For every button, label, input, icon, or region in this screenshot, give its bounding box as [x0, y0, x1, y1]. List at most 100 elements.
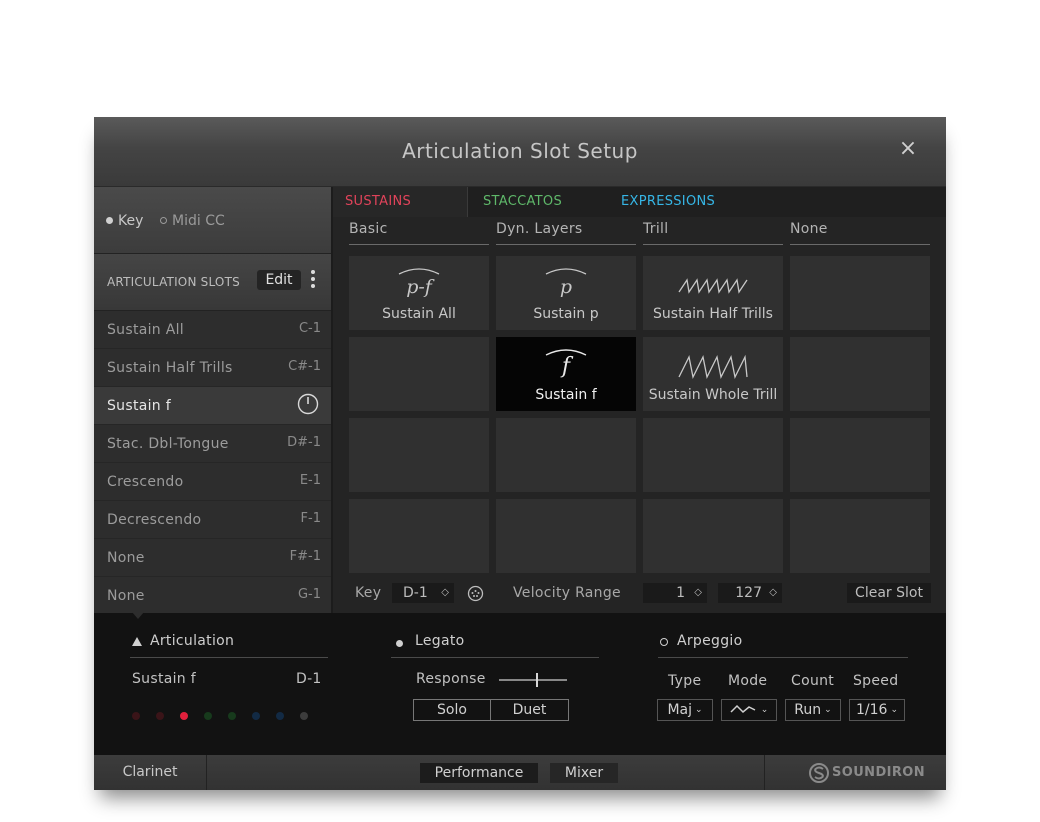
slot-item[interactable]: None G-1	[94, 577, 331, 614]
key-radio[interactable]: Key	[106, 213, 143, 229]
slot-name: Crescendo	[107, 474, 184, 490]
empty-cell[interactable]	[349, 499, 489, 573]
arpeggio-toggle-icon[interactable]	[660, 638, 668, 646]
slot-item[interactable]: Decrescendo F-1	[94, 501, 331, 539]
articulation-section-header[interactable]: Articulation	[130, 631, 328, 658]
chevron-down-icon: ⌄	[890, 705, 898, 715]
key-label: Key	[355, 585, 382, 601]
current-articulation-key: D-1	[296, 671, 322, 687]
count-value: Run	[794, 702, 822, 718]
midi-cc-radio-label: Midi CC	[172, 213, 225, 229]
up-down-icon	[730, 704, 756, 714]
count-label: Count	[791, 673, 835, 689]
stepper-icon: ◇	[694, 587, 702, 598]
slot-name: None	[107, 588, 145, 604]
slot-item[interactable]: Stac. Dbl-Tongue D#-1	[94, 425, 331, 463]
articulation-cell-selected[interactable]: f Sustain f	[496, 337, 636, 411]
slot-item-selected[interactable]: Sustain f	[94, 387, 331, 425]
status-bar: Clarinet Performance Mixer SOUNDIRON	[94, 755, 946, 790]
slot-key: E-1	[299, 473, 321, 488]
type-dropdown[interactable]: Maj ⌄	[657, 699, 713, 721]
chevron-down-icon: ⌄	[695, 705, 703, 715]
slot-indicator-dot[interactable]	[252, 712, 260, 720]
slider-thumb[interactable]	[536, 673, 538, 687]
velocity-min-input[interactable]: 1 ◇	[643, 583, 707, 603]
midi-learn-icon[interactable]	[467, 585, 484, 602]
articulation-cell[interactable]: Sustain Half Trills	[643, 256, 783, 330]
key-selector[interactable]: D-1 ◇	[392, 583, 454, 603]
slot-key: C-1	[298, 321, 321, 336]
slot-key: G-1	[297, 587, 321, 602]
legato-section-header[interactable]: Legato	[391, 631, 599, 658]
slot-indicator-dot[interactable]	[300, 712, 308, 720]
slot-list-panel: Key Midi CC ARTICULATION SLOTS Edit Sust…	[94, 187, 331, 613]
slot-item[interactable]: Sustain All C-1	[94, 311, 331, 349]
mode-dropdown[interactable]: ⌄	[721, 699, 777, 721]
selection-pointer	[132, 612, 144, 619]
mixer-tab[interactable]: Mixer	[550, 763, 618, 783]
performance-tab[interactable]: Performance	[420, 763, 538, 783]
solo-duet-toggle: Solo Duet	[413, 699, 569, 721]
response-slider[interactable]	[499, 673, 567, 687]
solo-button[interactable]: Solo	[414, 700, 491, 720]
empty-cell[interactable]	[790, 256, 930, 330]
category-header: Basic	[349, 221, 489, 245]
empty-cell[interactable]	[496, 418, 636, 492]
slot-indicator-dot[interactable]	[276, 712, 284, 720]
articulation-cell[interactable]: p Sustain p	[496, 256, 636, 330]
type-label: Type	[668, 673, 702, 689]
empty-cell[interactable]	[349, 418, 489, 492]
slot-indicator-dot[interactable]	[228, 712, 236, 720]
articulation-label: Sustain All	[382, 306, 456, 322]
key-radio-label: Key	[118, 213, 144, 229]
slot-name: None	[107, 550, 145, 566]
tab-expressions[interactable]: EXPRESSIONS	[621, 187, 751, 217]
close-icon[interactable]: ×	[896, 137, 920, 161]
count-dropdown[interactable]: Run ⌄	[785, 699, 841, 721]
slot-item[interactable]: Sustain Half Trills C#-1	[94, 349, 331, 387]
velocity-range-label: Velocity Range	[513, 585, 621, 601]
slot-indicator-dot[interactable]	[204, 712, 212, 720]
slot-item[interactable]: Crescendo E-1	[94, 463, 331, 501]
dynamic-symbol: p-f	[406, 276, 432, 298]
radio-selected-icon	[106, 217, 113, 224]
slot-indicator-dot[interactable]	[180, 712, 188, 720]
empty-cell[interactable]	[790, 418, 930, 492]
dynamic-symbol: p	[559, 276, 573, 298]
triangle-up-icon	[132, 637, 142, 646]
empty-cell[interactable]	[790, 499, 930, 573]
category-header: Dyn. Layers	[496, 221, 636, 245]
slot-name: Sustain Half Trills	[107, 360, 233, 376]
empty-cell[interactable]	[643, 499, 783, 573]
empty-cell[interactable]	[349, 337, 489, 411]
empty-cell[interactable]	[790, 337, 930, 411]
dialog-title: Articulation Slot Setup	[402, 139, 638, 163]
type-value: Maj	[667, 702, 692, 718]
tab-staccatos[interactable]: STACCATOS	[483, 187, 603, 217]
brand-name: SOUNDIRON	[832, 765, 926, 780]
empty-cell[interactable]	[496, 499, 636, 573]
tab-sustains[interactable]: SUSTAINS	[333, 187, 468, 217]
instrument-selector[interactable]: Clarinet	[94, 755, 207, 790]
slot-indicator-dot[interactable]	[132, 712, 140, 720]
legato-toggle-icon[interactable]	[396, 640, 403, 647]
clear-slot-button[interactable]: Clear Slot	[847, 583, 931, 603]
power-icon[interactable]	[297, 393, 319, 415]
velocity-max-value: 127	[735, 585, 762, 601]
category-header: Trill	[643, 221, 783, 245]
category-tabs: SUSTAINS STACCATOS EXPRESSIONS	[333, 187, 946, 217]
slot-item[interactable]: None F#-1	[94, 539, 331, 577]
articulation-cell[interactable]: Sustain Whole Trill	[643, 337, 783, 411]
duet-button[interactable]: Duet	[491, 700, 568, 720]
slot-name: Sustain f	[107, 398, 171, 414]
arpeggio-section-header[interactable]: Arpeggio	[658, 631, 908, 658]
empty-cell[interactable]	[643, 418, 783, 492]
velocity-max-input[interactable]: 127 ◇	[718, 583, 782, 603]
midi-cc-radio[interactable]: Midi CC	[160, 213, 225, 229]
more-options-icon[interactable]	[308, 268, 318, 290]
edit-button[interactable]: Edit	[257, 270, 301, 290]
articulation-cell[interactable]: p-f Sustain All	[349, 256, 489, 330]
slot-indicator-dot[interactable]	[156, 712, 164, 720]
chevron-down-icon: ⌄	[760, 705, 769, 715]
speed-dropdown[interactable]: 1/16 ⌄	[849, 699, 905, 721]
